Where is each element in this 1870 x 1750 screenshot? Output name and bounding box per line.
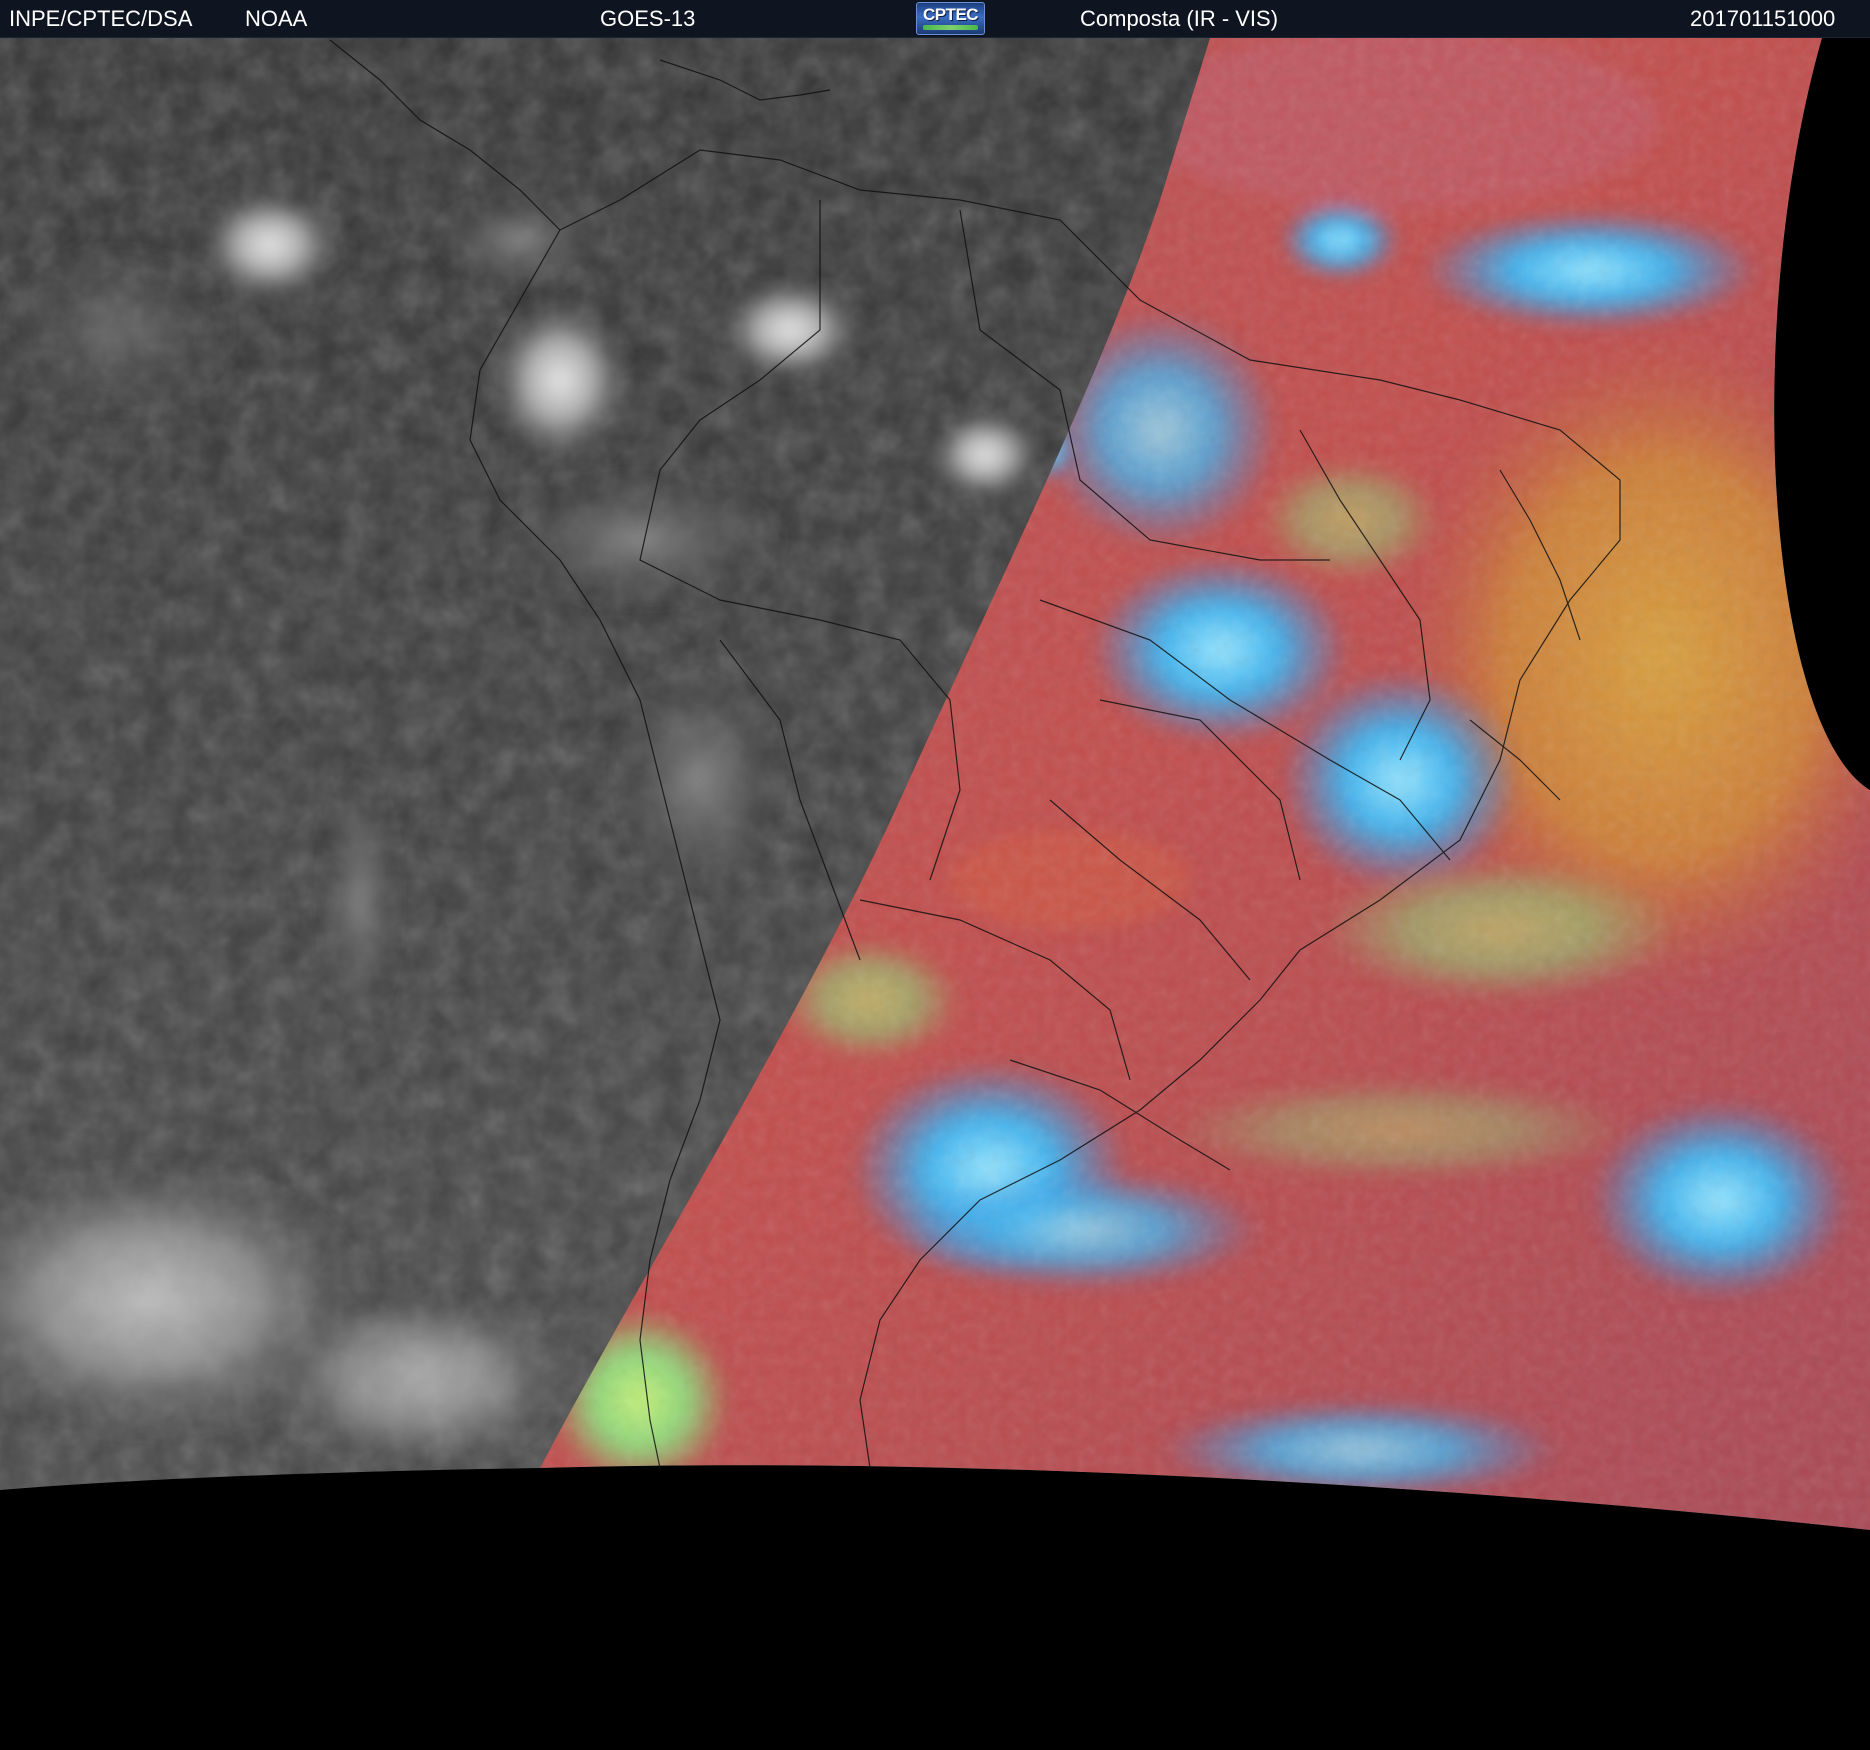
agency-label: NOAA bbox=[245, 6, 308, 31]
product-label: Composta (IR - VIS) bbox=[1080, 6, 1279, 31]
cptec-logo: CPTEC bbox=[916, 2, 985, 35]
organization-label: INPE/CPTEC/DSA bbox=[9, 6, 193, 31]
earth-disk bbox=[0, 38, 1870, 1530]
header-bar: INPE/CPTEC/DSA NOAA GOES-13 CPTEC Compos… bbox=[0, 0, 1870, 38]
satellite-composite-image bbox=[0, 38, 1870, 1750]
satellite-label: GOES-13 bbox=[600, 6, 696, 31]
cptec-logo-swoosh bbox=[923, 25, 978, 30]
timestamp-label: 201701151000 bbox=[1690, 6, 1836, 31]
cptec-logo-text: CPTEC bbox=[922, 5, 979, 24]
